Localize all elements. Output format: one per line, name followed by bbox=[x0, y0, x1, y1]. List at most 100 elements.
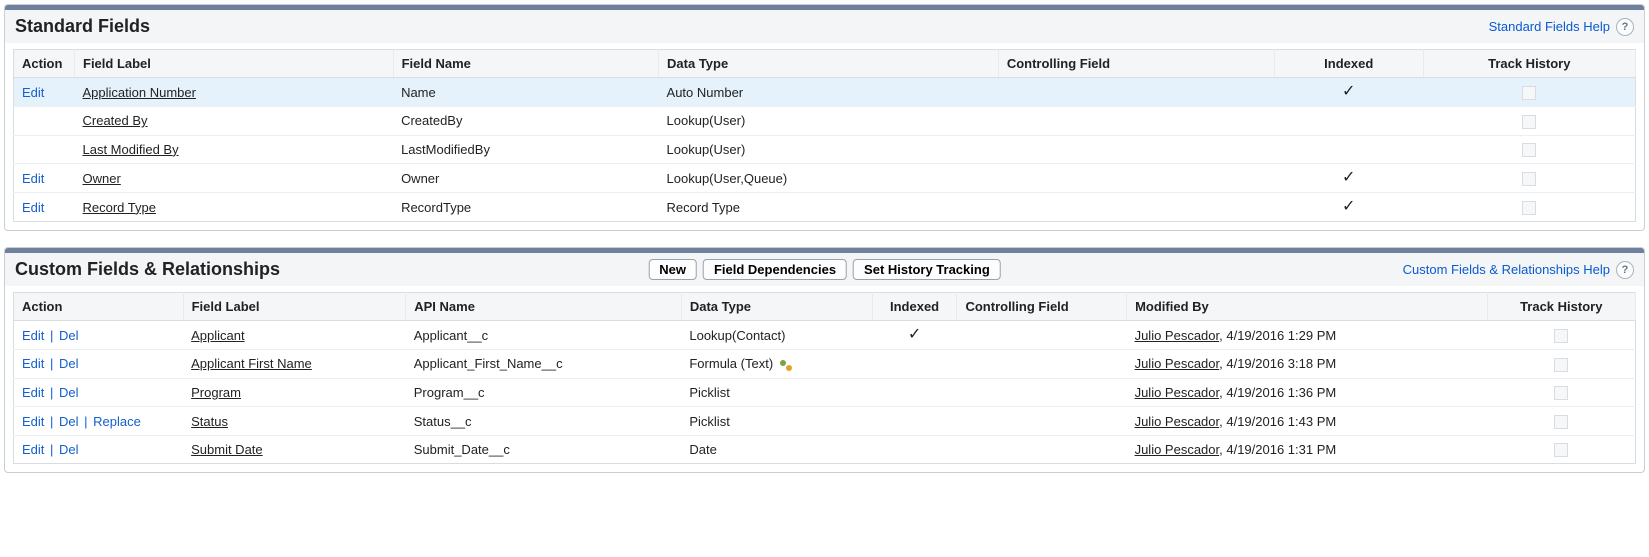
field-name-cell: Name bbox=[393, 78, 658, 107]
edit-link[interactable]: Edit bbox=[22, 328, 44, 343]
field-label-link[interactable]: Owner bbox=[83, 171, 121, 186]
track-history-cell bbox=[1423, 164, 1635, 193]
edit-link[interactable]: Edit bbox=[22, 385, 44, 400]
field-label-link[interactable]: Applicant First Name bbox=[191, 356, 312, 371]
modified-by-user-link[interactable]: Julio Pescador bbox=[1135, 442, 1220, 457]
field-label-link[interactable]: Program bbox=[191, 385, 241, 400]
standard-fields-table: Action Field Label Field Name Data Type … bbox=[13, 49, 1636, 222]
disabled-checkbox bbox=[1522, 172, 1536, 186]
field-label-cell: Submit Date bbox=[183, 435, 406, 464]
modified-by-cell: Julio Pescador, 4/19/2016 3:18 PM bbox=[1127, 350, 1487, 379]
edit-link[interactable]: Edit bbox=[22, 442, 44, 457]
data-type-cell: Lookup(Contact) bbox=[681, 321, 872, 350]
check-icon: ✓ bbox=[1342, 170, 1355, 186]
standard-fields-header: Standard Fields Standard Fields Help ? bbox=[5, 10, 1644, 43]
col-field-name: Field Name bbox=[393, 50, 658, 78]
edit-link[interactable]: Edit bbox=[22, 414, 44, 429]
field-label-cell: Record Type bbox=[75, 193, 394, 222]
check-icon: ✓ bbox=[1342, 84, 1355, 100]
modified-by-user-link[interactable]: Julio Pescador bbox=[1135, 385, 1220, 400]
field-label-link[interactable]: Record Type bbox=[83, 200, 156, 215]
modified-timestamp: , 4/19/2016 1:36 PM bbox=[1219, 385, 1336, 400]
controlling-field-cell bbox=[957, 435, 1127, 464]
disabled-checkbox bbox=[1554, 386, 1568, 400]
api-name-cell: Applicant__c bbox=[406, 321, 682, 350]
edit-link[interactable]: Edit bbox=[22, 171, 44, 186]
replace-link[interactable]: Replace bbox=[93, 414, 141, 429]
indexed-cell bbox=[872, 435, 957, 464]
indexed-cell bbox=[872, 407, 957, 436]
controlling-field-cell bbox=[998, 78, 1274, 107]
help-icon[interactable]: ? bbox=[1616, 261, 1634, 279]
field-label-link[interactable]: Created By bbox=[83, 113, 148, 128]
edit-link[interactable]: Edit bbox=[22, 356, 44, 371]
action-cell: Edit bbox=[14, 164, 75, 193]
standard-fields-help-link[interactable]: Standard Fields Help bbox=[1489, 19, 1610, 34]
col-api-name: API Name bbox=[406, 293, 682, 321]
action-separator: | bbox=[44, 385, 59, 400]
indexed-cell bbox=[872, 350, 957, 379]
table-row: Edit | Del | Replace Status Status__cPickl… bbox=[14, 407, 1636, 436]
field-label-cell: Application Number bbox=[75, 78, 394, 107]
data-type-cell: Formula (Text) bbox=[681, 350, 872, 379]
modified-by-cell: Julio Pescador, 4/19/2016 1:31 PM bbox=[1127, 435, 1487, 464]
action-separator: | bbox=[79, 414, 94, 429]
col-action: Action bbox=[14, 293, 184, 321]
check-icon: ✓ bbox=[1342, 199, 1355, 215]
field-dependencies-button[interactable]: Field Dependencies bbox=[703, 259, 847, 280]
new-button[interactable]: New bbox=[648, 259, 697, 280]
field-label-link[interactable]: Status bbox=[191, 414, 228, 429]
field-label-link[interactable]: Last Modified By bbox=[83, 142, 179, 157]
custom-fields-help-link[interactable]: Custom Fields & Relationships Help bbox=[1403, 262, 1610, 277]
action-separator: | bbox=[44, 328, 59, 343]
col-indexed: Indexed bbox=[1274, 50, 1423, 78]
standard-fields-panel: Standard Fields Standard Fields Help ? A… bbox=[4, 4, 1645, 231]
data-type-cell: Picklist bbox=[681, 407, 872, 436]
track-history-cell bbox=[1423, 193, 1635, 222]
field-name-cell: RecordType bbox=[393, 193, 658, 222]
api-name-cell: Status__c bbox=[406, 407, 682, 436]
api-name-cell: Submit_Date__c bbox=[406, 435, 682, 464]
controlling-field-cell bbox=[957, 378, 1127, 407]
table-row: EditApplication NumberNameAuto Number✓ bbox=[14, 78, 1636, 107]
action-cell: Edit | Del | Replace bbox=[14, 407, 184, 436]
help-icon[interactable]: ? bbox=[1616, 18, 1634, 36]
del-link[interactable]: Del bbox=[59, 442, 79, 457]
field-label-link[interactable]: Application Number bbox=[83, 85, 196, 100]
edit-link[interactable]: Edit bbox=[22, 200, 44, 215]
action-cell: Edit bbox=[14, 193, 75, 222]
edit-link[interactable]: Edit bbox=[22, 85, 44, 100]
del-link[interactable]: Del bbox=[59, 414, 79, 429]
table-row: Created ByCreatedByLookup(User) bbox=[14, 107, 1636, 136]
standard-fields-title: Standard Fields bbox=[15, 16, 150, 37]
modified-by-user-link[interactable]: Julio Pescador bbox=[1135, 414, 1220, 429]
controlling-field-cell bbox=[998, 164, 1274, 193]
indexed-cell bbox=[872, 378, 957, 407]
field-label-cell: Status bbox=[183, 407, 406, 436]
table-row: EditRecord TypeRecordTypeRecord Type✓ bbox=[14, 193, 1636, 222]
field-label-cell: Created By bbox=[75, 107, 394, 136]
table-row: Edit | DelProgramProgram__cPicklistJulio… bbox=[14, 378, 1636, 407]
modified-by-cell: Julio Pescador, 4/19/2016 1:43 PM bbox=[1127, 407, 1487, 436]
col-modified-by: Modified By bbox=[1127, 293, 1487, 321]
disabled-checkbox bbox=[1554, 415, 1568, 429]
table-header-row: Action Field Label Field Name Data Type … bbox=[14, 50, 1636, 78]
del-link[interactable]: Del bbox=[59, 356, 79, 371]
modified-by-user-link[interactable]: Julio Pescador bbox=[1135, 328, 1220, 343]
action-cell: Edit | Del bbox=[14, 378, 184, 407]
track-history-cell bbox=[1423, 78, 1635, 107]
data-type-cell: Lookup(User) bbox=[659, 107, 999, 136]
set-history-tracking-button[interactable]: Set History Tracking bbox=[853, 259, 1001, 280]
action-cell: Edit | Del bbox=[14, 435, 184, 464]
modified-by-user-link[interactable]: Julio Pescador bbox=[1135, 356, 1220, 371]
track-history-cell bbox=[1487, 378, 1635, 407]
del-link[interactable]: Del bbox=[59, 328, 79, 343]
indexed-cell bbox=[1274, 135, 1423, 164]
del-link[interactable]: Del bbox=[59, 385, 79, 400]
action-separator: | bbox=[44, 442, 59, 457]
action-separator: | bbox=[44, 356, 59, 371]
indexed-cell: ✓ bbox=[872, 321, 957, 350]
api-name-cell: Applicant_First_Name__c bbox=[406, 350, 682, 379]
field-label-link[interactable]: Submit Date bbox=[191, 442, 263, 457]
field-label-link[interactable]: Applicant bbox=[191, 328, 244, 343]
